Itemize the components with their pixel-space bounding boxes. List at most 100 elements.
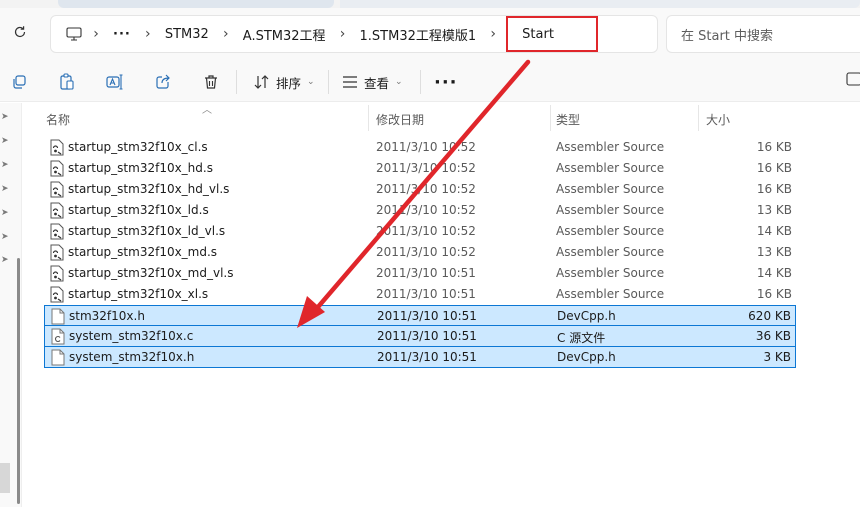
file-size: 36 KB (755, 329, 791, 343)
file-name: startup_stm32f10x_md.s (68, 245, 218, 259)
pin-icon[interactable]: ➤ (1, 256, 10, 265)
share-button[interactable] (152, 71, 174, 93)
pin-icon[interactable]: ➤ (1, 233, 10, 242)
rename-button[interactable] (104, 71, 126, 93)
file-type: Assembler Source (556, 203, 665, 217)
details-pane-icon (846, 72, 860, 86)
header-file-icon (51, 308, 65, 325)
file-size: 620 KB (748, 309, 791, 323)
column-divider[interactable] (368, 105, 369, 131)
more-options-button[interactable]: ··· (434, 72, 458, 93)
view-menu-button[interactable]: 查看 ⌄ (342, 71, 403, 93)
file-size: 14 KB (756, 224, 792, 238)
column-divider[interactable] (550, 105, 551, 131)
tab-edge[interactable] (58, 0, 334, 8)
file-list: startup_stm32f10x_cl.s 2011/3/10 10:52 Ass… (44, 137, 796, 368)
view-label: 查看 (364, 75, 390, 91)
chevron-right-icon[interactable]: › (334, 26, 352, 42)
file-type: Assembler Source (556, 224, 665, 238)
file-date: 2011/3/10 10:52 (376, 203, 476, 217)
file-date: 2011/3/10 10:52 (376, 245, 476, 259)
file-date: 2011/3/10 10:52 (376, 140, 476, 154)
file-row[interactable]: stm32f10x.h 2011/3/10 10:51 DevCpp.h 620 KB (44, 305, 796, 326)
sort-ascending-icon: ︿ (202, 105, 212, 116)
nav-scrollbar[interactable] (17, 258, 20, 504)
details-pane-button[interactable] (846, 72, 860, 90)
sort-menu-button[interactable]: 排序 ⌄ (254, 71, 315, 93)
file-row[interactable]: startup_stm32f10x_ld_vl.s 2011/3/10 10:52… (44, 221, 796, 242)
file-date: 2011/3/10 10:51 (376, 266, 476, 280)
file-size: 16 KB (756, 287, 792, 301)
nav-selected-item[interactable] (0, 463, 10, 493)
file-type: Assembler Source (556, 161, 665, 175)
chevron-right-icon[interactable]: › (87, 26, 105, 42)
search-input[interactable]: 在 Start 中搜索 (666, 15, 860, 53)
assembler-file-icon (50, 286, 64, 303)
file-type: Assembler Source (556, 266, 665, 280)
paste-button[interactable] (56, 71, 78, 93)
c-source-file-icon (51, 328, 65, 345)
file-name: stm32f10x.h (69, 309, 145, 323)
column-name[interactable]: 名称 (46, 111, 70, 128)
pin-icon[interactable]: ➤ (1, 113, 10, 122)
delete-button[interactable] (200, 71, 222, 93)
file-row[interactable]: startup_stm32f10x_hd.s 2011/3/10 10:52 Ass… (44, 158, 796, 179)
file-row[interactable]: startup_stm32f10x_md.s 2011/3/10 10:52 Ass… (44, 242, 796, 263)
breadcrumb-template[interactable]: 1.STM32工程模版1 (352, 25, 485, 44)
pin-icon[interactable]: ➤ (1, 161, 10, 170)
refresh-button[interactable] (8, 20, 32, 44)
copy-button[interactable] (8, 71, 30, 93)
address-bar[interactable]: › ··· › STM32 › A.STM32工程 › 1.STM32工程模版1… (50, 15, 658, 53)
column-divider[interactable] (698, 105, 699, 131)
pin-icon[interactable]: ➤ (1, 185, 10, 194)
column-size[interactable]: 大小 (706, 111, 730, 128)
file-name: startup_stm32f10x_hd_vl.s (68, 182, 230, 196)
chevron-right-icon[interactable]: › (484, 26, 502, 42)
assembler-file-icon (50, 202, 64, 219)
chevron-down-icon: ⌄ (395, 77, 403, 87)
chevron-right-icon[interactable]: › (217, 26, 235, 42)
file-date: 2011/3/10 10:51 (377, 350, 477, 364)
file-date: 2011/3/10 10:52 (376, 182, 476, 196)
file-name: system_stm32f10x.h (69, 350, 195, 364)
assembler-file-icon (50, 139, 64, 156)
file-row[interactable]: startup_stm32f10x_cl.s 2011/3/10 10:52 Ass… (44, 137, 796, 158)
file-name: startup_stm32f10x_hd.s (68, 161, 213, 175)
file-type: DevCpp.h (557, 350, 616, 364)
file-date: 2011/3/10 10:51 (377, 329, 477, 343)
pin-icon[interactable]: ➤ (1, 209, 10, 218)
file-size: 16 KB (756, 161, 792, 175)
file-date: 2011/3/10 10:51 (376, 287, 476, 301)
navigation-pane[interactable]: ➤ ➤ ➤ ➤ ➤ ➤ ➤ (0, 103, 22, 507)
file-row[interactable]: system_stm32f10x.h 2011/3/10 10:51 DevCpp.… (44, 347, 796, 368)
command-bar: 排序 ⌄ 查看 ⌄ ··· (0, 60, 860, 102)
this-pc-crumb[interactable] (61, 21, 87, 47)
pin-icon[interactable]: ➤ (1, 137, 10, 146)
breadcrumb-stm32-project[interactable]: A.STM32工程 (235, 25, 334, 44)
assembler-file-icon (50, 244, 64, 261)
trash-icon (205, 75, 217, 89)
file-type: Assembler Source (556, 245, 665, 259)
file-date: 2011/3/10 10:51 (377, 309, 477, 323)
breadcrumb-current-folder[interactable]: Start (506, 16, 599, 52)
sort-icon (254, 75, 269, 89)
tab-strip-edge (340, 0, 860, 8)
assembler-file-icon (50, 160, 64, 177)
chevron-right-icon[interactable]: › (139, 26, 157, 42)
file-row[interactable]: startup_stm32f10x_ld.s 2011/3/10 10:52 Ass… (44, 200, 796, 221)
column-type[interactable]: 类型 (556, 111, 580, 128)
file-size: 16 KB (756, 182, 792, 196)
address-row: › ··· › STM32 › A.STM32工程 › 1.STM32工程模版1… (0, 8, 860, 60)
more-crumbs-button[interactable]: ··· (105, 27, 139, 42)
header-file-icon (51, 349, 65, 366)
file-size: 13 KB (756, 245, 792, 259)
file-row[interactable]: startup_stm32f10x_xl.s 2011/3/10 10:51 Ass… (44, 284, 796, 305)
column-date[interactable]: 修改日期 (376, 111, 424, 128)
file-row[interactable]: startup_stm32f10x_md_vl.s 2011/3/10 10:51… (44, 263, 796, 284)
file-row[interactable]: startup_stm32f10x_hd_vl.s 2011/3/10 10:52… (44, 179, 796, 200)
breadcrumb-stm32[interactable]: STM32 (157, 27, 217, 42)
toolbar-divider (420, 70, 421, 94)
file-type: Assembler Source (556, 140, 665, 154)
file-row[interactable]: system_stm32f10x.c 2011/3/10 10:51 C 源文件 36… (44, 326, 796, 347)
rename-icon (106, 74, 123, 90)
